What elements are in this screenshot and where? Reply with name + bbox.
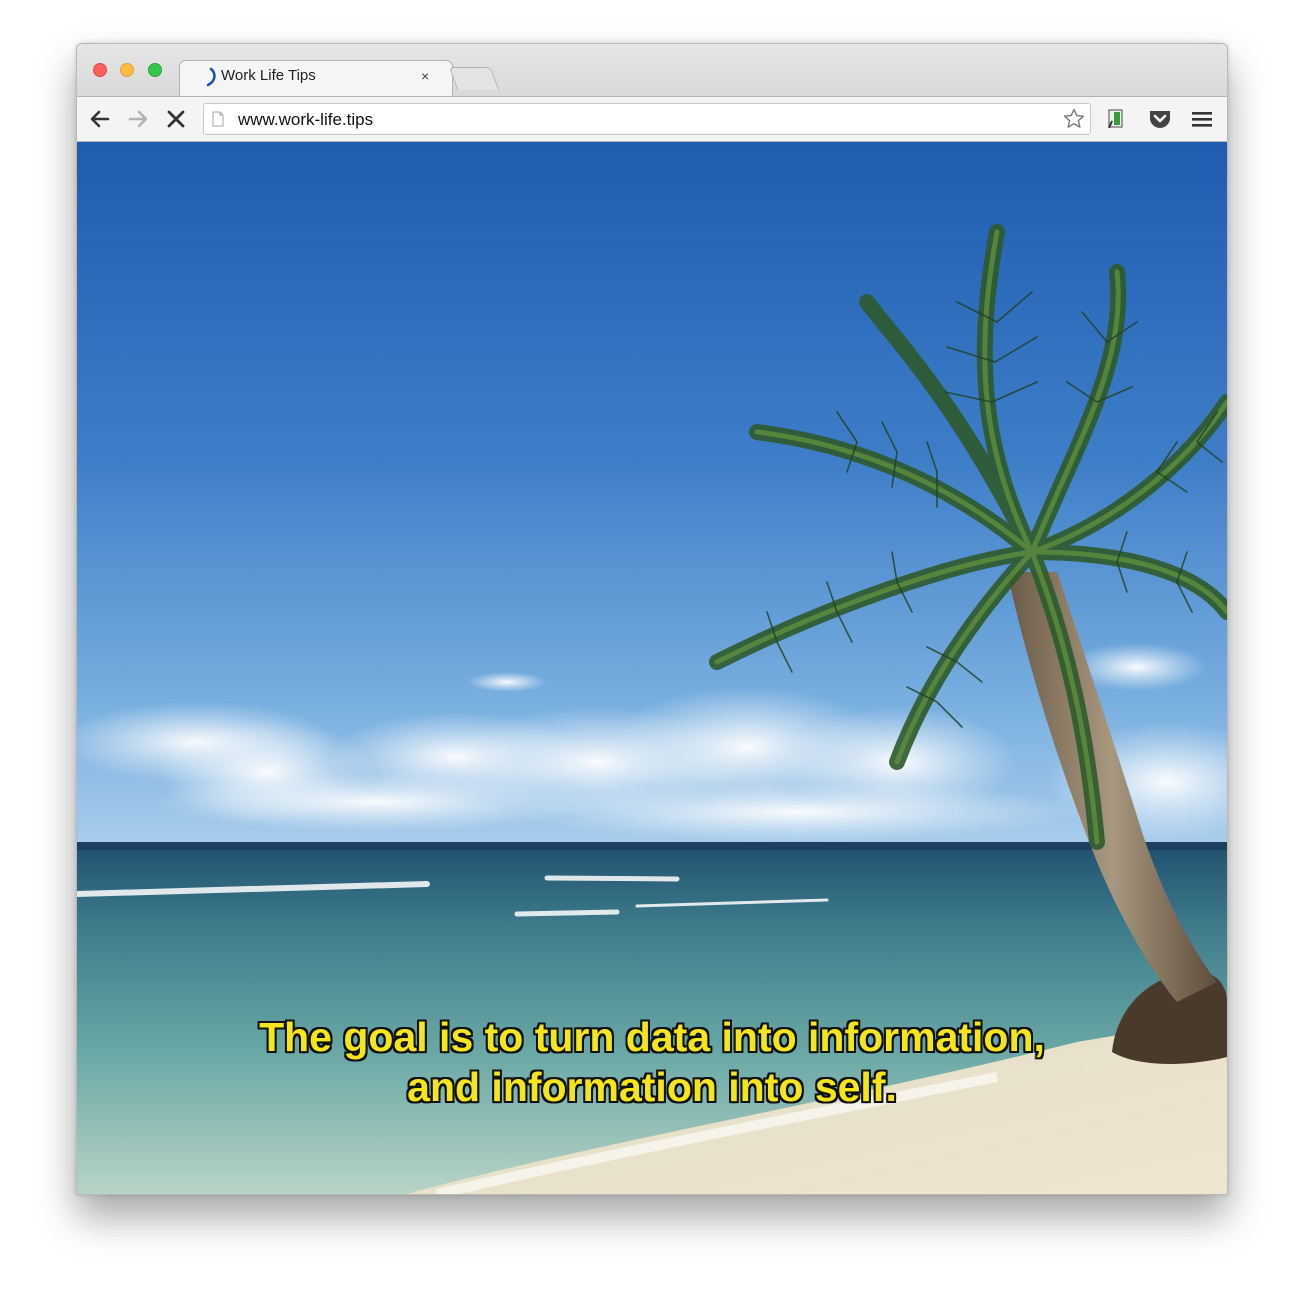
video-content[interactable]: The goal is to turn data into informatio… [77, 142, 1227, 1194]
subtitle-line-2: and information into self. [407, 1064, 897, 1110]
window-minimize-button[interactable] [120, 63, 134, 77]
star-icon[interactable] [1062, 107, 1086, 131]
tab-title: Work Life Tips [221, 67, 316, 84]
pocket-icon [1150, 111, 1170, 128]
tab-bar: Work Life Tips × [77, 44, 1227, 97]
menu-button[interactable] [1189, 106, 1215, 132]
page-icon [212, 111, 224, 127]
hamburger-menu-icon [1192, 112, 1212, 127]
url-text[interactable]: www.work-life.tips [238, 110, 373, 130]
address-bar[interactable]: www.work-life.tips [203, 103, 1091, 135]
extension-button[interactable] [1103, 106, 1129, 132]
forward-button[interactable] [125, 106, 151, 132]
forward-arrow-icon [128, 110, 148, 128]
browser-window: Work Life Tips × www.work-life.tips The … [76, 43, 1228, 1195]
subtitle-line-1: The goal is to turn data into informatio… [259, 1014, 1045, 1060]
stop-button[interactable] [163, 106, 189, 132]
stop-loading-icon [167, 110, 185, 128]
pocket-button[interactable] [1147, 106, 1173, 132]
work-life-tips-logo-icon [206, 67, 216, 87]
new-tab-button[interactable] [448, 67, 500, 90]
back-arrow-icon [90, 110, 110, 128]
window-maximize-button[interactable] [148, 63, 162, 77]
back-button[interactable] [87, 106, 113, 132]
window-close-button[interactable] [93, 63, 107, 77]
tab-close-button[interactable]: × [421, 66, 429, 86]
video-subtitle: The goal is to turn data into informatio… [77, 1012, 1227, 1112]
extension-icon [1108, 109, 1123, 129]
toolbar: www.work-life.tips [77, 96, 1227, 142]
